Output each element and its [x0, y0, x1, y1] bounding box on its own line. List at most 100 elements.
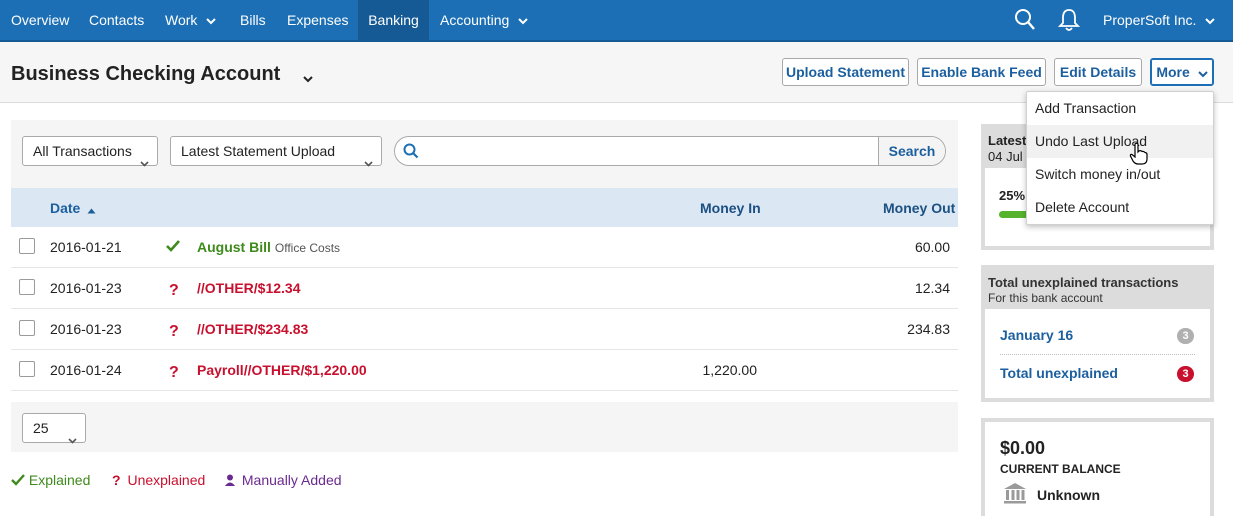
search-button[interactable]: Search [878, 137, 945, 165]
svg-text:?: ? [169, 364, 179, 380]
per-page-select[interactable]: 25 [22, 413, 86, 444]
upload-statement-button[interactable]: Upload Statement [782, 58, 909, 86]
row-money-in: 1,220.00 [702, 362, 758, 378]
unexplained-month-count-badge: 3 [1177, 328, 1194, 344]
menu-item-switch-money[interactable]: Switch money in/out [1027, 158, 1213, 191]
sort-ascending-icon [87, 201, 96, 217]
total-unexplained-link[interactable]: Total unexplained [1000, 365, 1118, 381]
chevron-down-icon [1197, 60, 1208, 86]
latest-upload-title: Latest [988, 133, 1027, 148]
unexplained-card-subtitle: For this bank account [988, 291, 1103, 305]
check-icon [11, 473, 25, 490]
chevron-down-icon [68, 425, 77, 453]
upload-progress-label: 25% [999, 188, 1026, 203]
row-money-out: 12.34 [914, 280, 950, 296]
nav-bills[interactable]: Bills [240, 0, 266, 42]
row-description[interactable]: August Bill Office Costs [197, 239, 340, 255]
table-header: Date Money In Money Out [11, 188, 958, 227]
row-date: 2016-01-23 [50, 280, 122, 296]
row-description[interactable]: Payroll//OTHER/$1,220.00 [197, 362, 367, 378]
company-menu[interactable]: ProperSoft Inc. [1103, 0, 1216, 42]
nav-work-label: Work [165, 12, 198, 28]
enable-bank-feed-button[interactable]: Enable Bank Feed [917, 58, 1046, 86]
date-column-label: Date [50, 200, 81, 216]
bell-icon[interactable] [1057, 8, 1081, 35]
unexplained-card: Total unexplained transactions For this … [981, 265, 1214, 402]
menu-item-undo-last-upload[interactable]: Undo Last Upload [1027, 125, 1213, 158]
transaction-type-value: All Transactions [33, 143, 132, 159]
latest-upload-date: 04 Jul [988, 149, 1023, 164]
statement-upload-select[interactable]: Latest Statement Upload [170, 136, 382, 167]
unexplained-card-title: Total unexplained transactions [988, 275, 1179, 290]
nav-overview[interactable]: Overview [11, 0, 69, 42]
row-date: 2016-01-23 [50, 321, 122, 337]
row-checkbox[interactable] [19, 320, 35, 336]
pager-bar [11, 402, 958, 452]
unexplained-month-link[interactable]: January 16 [1000, 327, 1073, 343]
menu-item-add-transaction[interactable]: Add Transaction [1027, 92, 1213, 125]
chevron-down-icon [1205, 18, 1216, 25]
table-row[interactable]: 2016-01-21 August Bill Office Costs 60.00 [11, 227, 958, 268]
current-balance-label: CURRENT BALANCE [1000, 462, 1121, 476]
divider [1000, 354, 1195, 355]
row-description-title: Payroll//OTHER/$1,220.00 [197, 362, 367, 378]
table-row[interactable]: 2016-01-23 ? //OTHER/$12.34 12.34 [11, 268, 958, 309]
menu-item-delete-account[interactable]: Delete Account [1027, 191, 1213, 224]
date-column-header[interactable]: Date [50, 200, 96, 217]
bank-name: Unknown [1037, 487, 1100, 503]
row-description-title: //OTHER/$12.34 [197, 280, 301, 296]
table-row[interactable]: 2016-01-23 ? //OTHER/$234.83 234.83 [11, 309, 958, 350]
legend-explained-label: Explained [28, 472, 91, 488]
row-date: 2016-01-24 [50, 362, 122, 378]
page-title[interactable]: Business Checking Account [11, 63, 280, 86]
more-button[interactable]: More [1150, 58, 1214, 86]
row-checkbox[interactable] [19, 361, 35, 377]
chevron-down-icon [206, 18, 217, 25]
person-icon [224, 473, 236, 490]
nav-contacts[interactable]: Contacts [89, 0, 144, 42]
svg-text:?: ? [169, 323, 179, 339]
explained-check-icon [165, 238, 181, 257]
nav-accounting-label: Accounting [440, 12, 510, 28]
legend-unexplained-label: Unexplained [127, 472, 206, 488]
nav-banking[interactable]: Banking [358, 0, 429, 42]
search-box: Search [394, 136, 946, 166]
table-row[interactable]: 2016-01-24 ? Payroll//OTHER/$1,220.00 1,… [11, 350, 958, 391]
legend-manual-label: Manually Added [241, 472, 342, 488]
more-button-label: More [1156, 64, 1190, 80]
top-nav: Overview Contacts Work Bills Expenses Ba… [0, 0, 1233, 42]
company-name: ProperSoft Inc. [1103, 12, 1197, 28]
transaction-type-select[interactable]: All Transactions [22, 136, 158, 167]
row-money-out: 234.83 [907, 321, 950, 337]
edit-details-button[interactable]: Edit Details [1054, 58, 1142, 86]
search-icon [403, 143, 419, 162]
search-input[interactable] [427, 140, 867, 162]
row-checkbox[interactable] [19, 279, 35, 295]
chevron-down-icon [140, 148, 149, 176]
svg-text:?: ? [169, 282, 179, 298]
row-description[interactable]: //OTHER/$234.83 [197, 321, 308, 337]
chevron-down-icon [364, 148, 373, 176]
current-balance-amount: $0.00 [1000, 438, 1046, 458]
question-icon: ? [112, 472, 121, 488]
unexplained-question-icon: ? [165, 280, 181, 301]
search-icon[interactable] [1014, 8, 1036, 35]
nav-accounting[interactable]: Accounting [440, 0, 528, 42]
legend-explained: Explained [11, 472, 90, 490]
per-page-value: 25 [33, 420, 49, 436]
nav-expenses[interactable]: Expenses [287, 0, 348, 42]
chevron-down-icon[interactable] [303, 70, 313, 86]
unexplained-question-icon: ? [165, 362, 181, 383]
row-description[interactable]: //OTHER/$12.34 [197, 280, 301, 296]
row-description-title: August Bill [197, 239, 271, 255]
row-checkbox[interactable] [19, 238, 35, 254]
row-description-category: Office Costs [274, 241, 341, 255]
balance-card: $0.00 CURRENT BALANCE Unknown [981, 418, 1214, 516]
legend-unexplained: ? Unexplained [112, 472, 205, 488]
money-in-column-header: Money In [700, 200, 761, 216]
unexplained-card-header: Total unexplained transactions For this … [985, 269, 1210, 309]
more-menu: Add Transaction Undo Last Upload Switch … [1026, 91, 1214, 225]
row-money-out: 60.00 [914, 239, 950, 255]
row-description-title: //OTHER/$234.83 [197, 321, 309, 337]
nav-work[interactable]: Work [165, 0, 217, 42]
